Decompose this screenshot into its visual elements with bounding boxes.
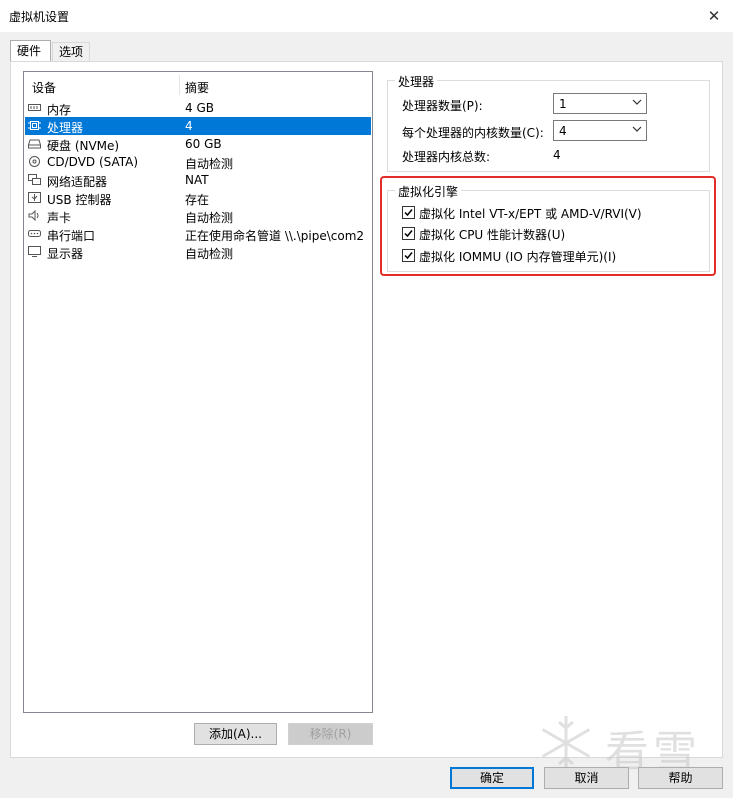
title-bar: 虚拟机设置 ✕ (0, 0, 733, 32)
column-header-device[interactable]: 设备 (32, 79, 56, 96)
add-button[interactable]: 添加(A)... (194, 723, 277, 745)
device-row-cd-dvd[interactable]: CD/DVD (SATA) 自动检测 (25, 153, 371, 171)
network-adapter-icon (28, 174, 41, 185)
window-title: 虚拟机设置 (9, 10, 70, 24)
help-button[interactable]: 帮助 (638, 767, 723, 789)
processor-count-select[interactable]: 1 (553, 93, 647, 114)
device-name: 硬盘 (NVMe) (47, 139, 120, 153)
sound-card-icon (28, 210, 39, 221)
chevron-down-icon (632, 126, 642, 132)
device-summary: 正在使用命名管道 \\.\pipe\com2 (185, 229, 365, 243)
column-divider[interactable] (179, 75, 180, 95)
hard-disk-icon (28, 139, 41, 149)
device-row-processor[interactable]: 处理器 4 (25, 117, 371, 135)
cores-per-processor-label: 每个处理器的内核数量(C): (402, 126, 544, 140)
device-summary: 4 (185, 119, 193, 133)
ok-button[interactable]: 确定 (450, 767, 534, 789)
device-name: 网络适配器 (47, 175, 108, 189)
total-cores-label: 处理器内核总数: (402, 150, 491, 164)
device-row-hard-disk[interactable]: 硬盘 (NVMe) 60 GB (25, 135, 371, 153)
highlight-annotation-box (380, 176, 716, 276)
processor-count-label: 处理器数量(P): (402, 99, 483, 113)
close-icon[interactable]: ✕ (695, 0, 733, 32)
device-list-header: 设备 摘要 (25, 73, 371, 95)
device-row-sound-card[interactable]: 声卡 自动检测 (25, 207, 371, 225)
usb-controller-icon (28, 192, 41, 203)
device-summary: 4 GB (185, 101, 214, 115)
device-summary: 存在 (185, 193, 210, 207)
device-name: CD/DVD (SATA) (47, 155, 139, 169)
cores-per-processor-select[interactable]: 4 (553, 120, 647, 141)
device-name: 显示器 (47, 247, 84, 261)
cores-per-processor-value: 4 (559, 124, 567, 138)
device-name: 声卡 (47, 211, 72, 225)
device-summary: 自动检测 (185, 247, 234, 261)
processor-group-title: 处理器 (395, 73, 438, 90)
device-name: 串行端口 (47, 229, 96, 243)
device-row-display[interactable]: 显示器 自动检测 (25, 243, 371, 261)
snowflake-icon (541, 716, 591, 770)
device-row-memory[interactable]: 内存 4 GB (25, 99, 371, 117)
processor-count-value: 1 (559, 97, 567, 111)
display-icon (28, 246, 41, 257)
device-row-network-adapter[interactable]: 网络适配器 NAT (25, 171, 371, 189)
device-list[interactable]: 设备 摘要 内存 4 GB 处理器 4 硬盘 (NVMe) 60 GB CD/D… (23, 71, 373, 713)
chevron-down-icon (632, 99, 642, 105)
device-name: USB 控制器 (47, 193, 112, 207)
device-summary: 60 GB (185, 137, 222, 151)
device-row-serial-port[interactable]: 串行端口 正在使用命名管道 \\.\pipe\com2 (25, 225, 371, 243)
column-header-summary[interactable]: 摘要 (185, 79, 209, 96)
remove-button[interactable]: 移除(R) (288, 723, 373, 745)
device-name: 处理器 (47, 121, 84, 135)
processor-icon (28, 121, 41, 130)
memory-icon (28, 104, 41, 111)
serial-port-icon (28, 230, 41, 237)
device-name: 内存 (47, 103, 72, 117)
device-summary: 自动检测 (185, 157, 234, 171)
cd-dvd-icon (29, 156, 40, 167)
total-cores-value: 4 (553, 148, 561, 162)
device-summary: 自动检测 (185, 211, 234, 225)
cancel-button[interactable]: 取消 (544, 767, 629, 789)
device-row-usb-controller[interactable]: USB 控制器 存在 (25, 189, 371, 207)
tab-options[interactable]: 选项 (52, 42, 90, 61)
tab-hardware[interactable]: 硬件 (10, 40, 51, 62)
device-summary: NAT (185, 173, 209, 187)
